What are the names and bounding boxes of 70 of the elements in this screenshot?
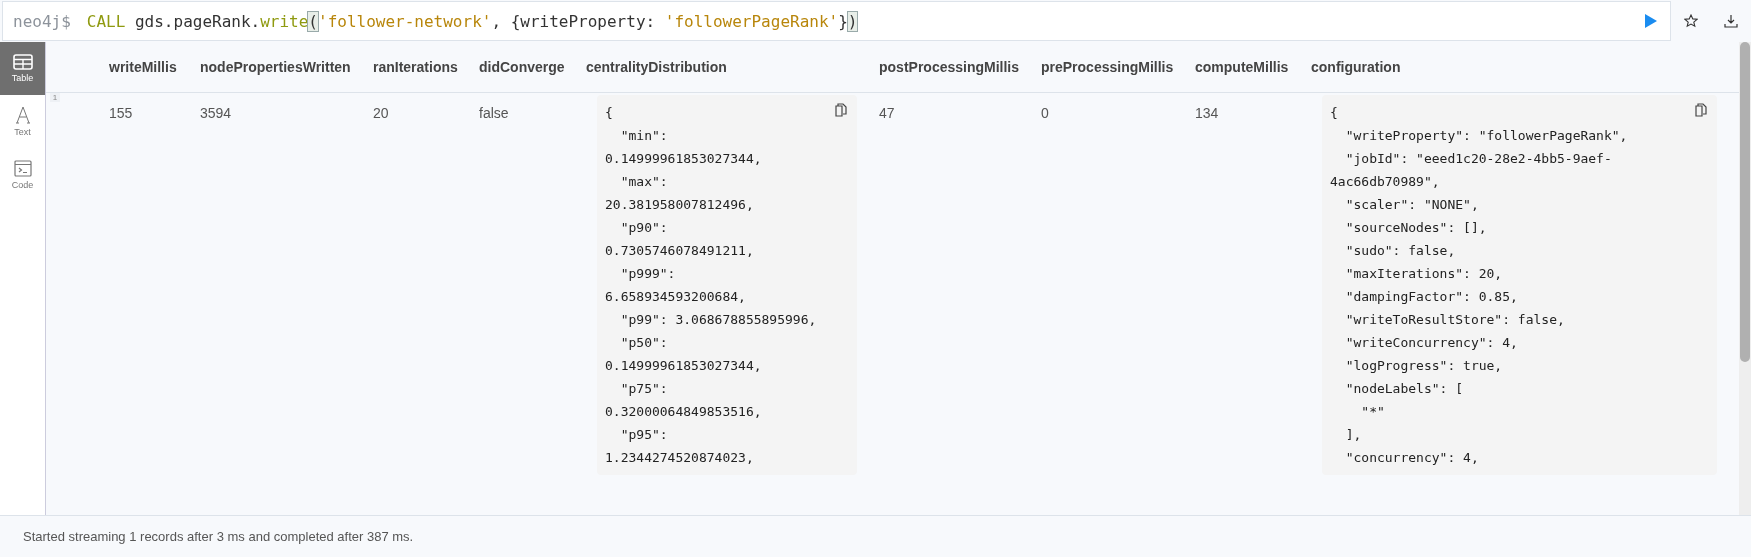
column-header: computeMillis bbox=[1195, 59, 1290, 75]
code-line: 1.2344274520874023, bbox=[605, 449, 754, 467]
query-token: , {writeProperty: bbox=[491, 11, 657, 31]
table-cell-text: 3594 bbox=[200, 104, 233, 121]
star-icon bbox=[1684, 14, 1698, 28]
prompt: neo4j$ bbox=[13, 11, 71, 31]
letter-icon bbox=[14, 106, 31, 124]
code-line: "writeToResultStore": false, bbox=[1344, 311, 1565, 329]
table-cell-text: 47 bbox=[879, 104, 896, 121]
scrollbar[interactable] bbox=[1739, 42, 1751, 515]
code-line: 0.7305746078491211, bbox=[605, 242, 754, 260]
table-cell-text: false bbox=[479, 104, 510, 121]
query-editor[interactable]: neo4j$ CALL gds.pageRank.write('follower-network', {writeProperty: 'followerPageRank'}) bbox=[2, 1, 1671, 41]
code-line: 0.14999961853027344, bbox=[605, 357, 762, 375]
query-token: ) bbox=[847, 11, 858, 31]
code-line: "p50": bbox=[619, 334, 668, 352]
code-line: "scaler": "NONE", bbox=[1344, 196, 1479, 214]
terminal-icon bbox=[13, 159, 32, 177]
table-cell-text: 155 bbox=[109, 104, 134, 121]
code-line: "max": bbox=[619, 173, 668, 191]
view-tab[interactable]: Table bbox=[0, 42, 45, 95]
table-cell-text: 0 bbox=[1041, 104, 1050, 121]
code-line: ], bbox=[1344, 426, 1362, 444]
code-line: 6.658934593200684, bbox=[605, 288, 746, 306]
table-cell-text: 20 bbox=[373, 104, 390, 121]
code-line: "writeProperty": "followerPageRank", bbox=[1344, 127, 1628, 145]
code-line: "dampingFactor": 0.85, bbox=[1344, 288, 1518, 306]
query-token: ( bbox=[308, 11, 318, 31]
copy-icon[interactable] bbox=[1695, 103, 1707, 117]
code-line: { bbox=[605, 104, 613, 122]
column-header: ranIterations bbox=[373, 59, 459, 75]
code-line: "p90": bbox=[619, 219, 668, 237]
code-line: "concurrency": 4, bbox=[1344, 449, 1479, 467]
code-line: "p999": bbox=[619, 265, 676, 283]
copy-icon[interactable] bbox=[835, 103, 847, 117]
query-token: write bbox=[260, 11, 309, 31]
query-token: 'followerPageRank' bbox=[664, 11, 839, 31]
code-line: "sudo": false, bbox=[1344, 242, 1456, 260]
code-line: 20.381958007812496, bbox=[605, 196, 754, 214]
code-line: 0.14999961853027344, bbox=[605, 150, 762, 168]
code-line: "*" bbox=[1360, 403, 1385, 421]
table-icon bbox=[12, 54, 33, 70]
row-number: 1 bbox=[50, 93, 60, 102]
play-icon[interactable] bbox=[1644, 13, 1658, 29]
code-line: "sourceNodes": [], bbox=[1344, 219, 1487, 237]
code-line: "logProgress": true, bbox=[1344, 357, 1503, 375]
column-header: didConverge bbox=[479, 59, 566, 75]
code-line: "maxIterations": 20, bbox=[1344, 265, 1503, 283]
download-icon bbox=[1724, 14, 1738, 28]
code-line: "nodeLabels": [ bbox=[1344, 380, 1464, 398]
code-line: "min": bbox=[619, 127, 668, 145]
code-line: "p99": 3.068678855895996, bbox=[619, 311, 817, 329]
code-line: "p95": bbox=[619, 426, 668, 444]
column-header: centralityDistribution bbox=[586, 59, 728, 75]
query-token: 'follower-network' bbox=[318, 11, 492, 31]
code-line: 4ac66db70989", bbox=[1330, 173, 1440, 191]
code-line: 0.32000064849853516, bbox=[605, 403, 762, 421]
column-header: postProcessingMillis bbox=[879, 59, 1021, 75]
query-token: CALL bbox=[86, 11, 126, 31]
code-line: "jobId": "eeed1c20-28e2-4bb5-9aef- bbox=[1344, 150, 1612, 168]
code-line: "p75": bbox=[619, 380, 668, 398]
column-header: writeMillis bbox=[109, 59, 178, 75]
query-token: gds.pageRank. bbox=[133, 11, 261, 31]
column-header: preProcessingMillis bbox=[1041, 59, 1175, 75]
code-line: "writeConcurrency": 4, bbox=[1344, 334, 1518, 352]
column-header: nodePropertiesWritten bbox=[200, 59, 352, 75]
query-token: } bbox=[838, 11, 848, 31]
table-cell-text: 134 bbox=[1195, 104, 1220, 121]
code-line: { bbox=[1330, 104, 1338, 122]
column-header: configuration bbox=[1311, 59, 1402, 75]
